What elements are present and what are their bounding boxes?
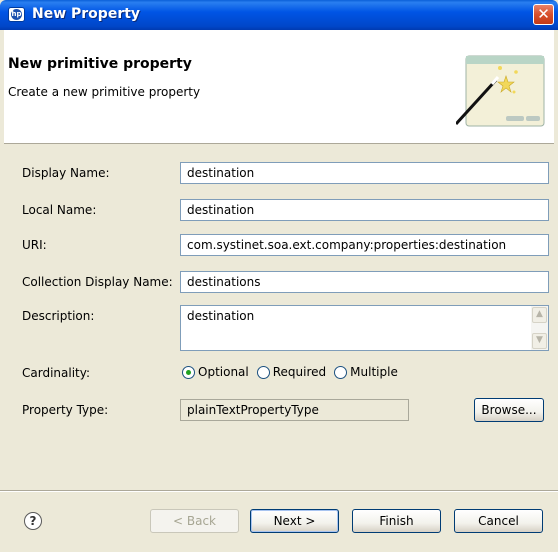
back-button[interactable]: < Back (150, 509, 239, 533)
footer-separator (0, 490, 558, 492)
radio-selected-icon (182, 365, 195, 379)
property-type-field: plainTextPropertyType (180, 399, 409, 421)
title-bar[interactable]: hp New Property ✕ (0, 0, 558, 30)
display-name-label: Display Name: (22, 166, 110, 180)
new-property-dialog: hp New Property ✕ New primitive property… (0, 0, 558, 552)
collection-display-name-field[interactable]: destinations (180, 271, 549, 293)
radio-unselected-icon (334, 365, 348, 379)
next-button[interactable]: Next > (250, 509, 339, 533)
display-name-field[interactable]: destination (180, 162, 549, 184)
banner-title: New primitive property (8, 56, 192, 72)
hp-logo-icon: hp (8, 7, 25, 22)
radio-required[interactable]: Required (256, 365, 327, 379)
cancel-button[interactable]: Cancel (454, 509, 543, 533)
radio-unselected-icon (256, 365, 270, 379)
browse-button[interactable]: Browse... (474, 398, 544, 422)
radio-required-label: Required (272, 365, 327, 379)
collection-display-name-label: Collection Display Name: (22, 275, 173, 289)
scroll-up-icon[interactable]: ▲ (532, 307, 547, 323)
description-scrollbar[interactable]: ▲ ▼ (531, 306, 548, 350)
radio-optional[interactable]: Optional (182, 365, 249, 379)
local-name-label: Local Name: (22, 203, 97, 217)
wizard-banner: New primitive property Create a new prim… (4, 30, 554, 144)
description-textarea[interactable]: destination ▲ ▼ (180, 305, 549, 351)
scroll-down-icon[interactable]: ▼ (532, 333, 547, 349)
uri-label: URI: (22, 238, 47, 252)
description-text: destination (187, 309, 255, 323)
radio-optional-label: Optional (198, 365, 249, 379)
window-title: New Property (32, 6, 141, 22)
radio-multiple[interactable]: Multiple (334, 365, 398, 379)
banner-subtitle: Create a new primitive property (8, 85, 201, 99)
help-icon[interactable]: ? (24, 512, 42, 530)
finish-button[interactable]: Finish (352, 509, 441, 533)
uri-field[interactable]: com.systinet.soa.ext.company:properties:… (180, 234, 549, 256)
radio-multiple-label: Multiple (350, 365, 398, 379)
cardinality-radio-group: Optional Required Multiple (182, 365, 406, 379)
local-name-field[interactable]: destination (180, 199, 549, 221)
close-button[interactable]: ✕ (533, 4, 554, 25)
property-type-label: Property Type: (22, 403, 109, 417)
description-label: Description: (22, 309, 95, 323)
cardinality-label: Cardinality: (22, 366, 91, 380)
wizard-magic-wand-icon (456, 55, 545, 127)
